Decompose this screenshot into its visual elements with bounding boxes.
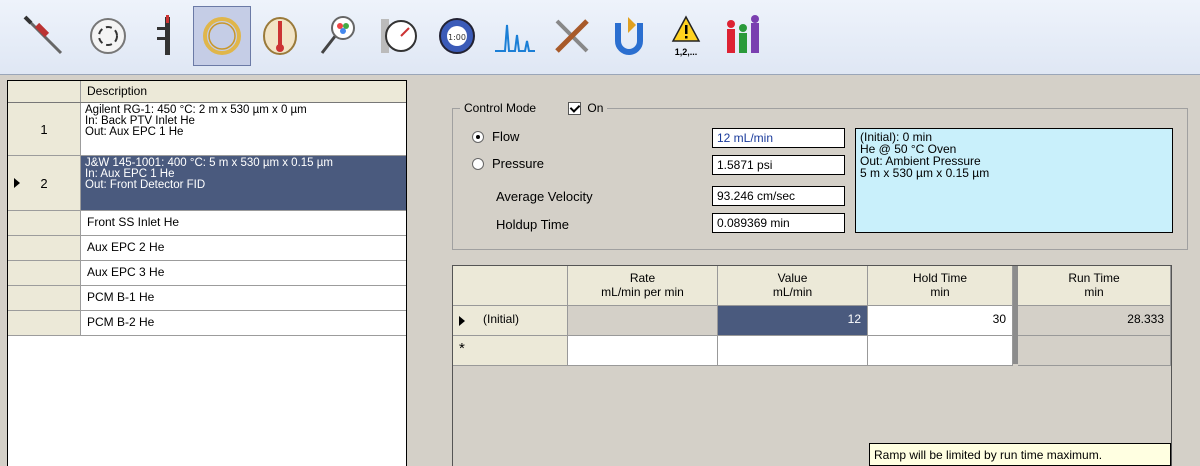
table-row-header[interactable]: (Initial) [453,306,568,336]
row-number: 1 [8,103,81,155]
pressure-radio[interactable] [472,158,484,170]
holdup-time-label: Holdup Time [496,217,569,232]
avg-velocity-field[interactable]: 93.246 cm/sec [712,186,845,206]
warning-icon[interactable]: 1,2,... [657,6,715,66]
list-item[interactable]: Front SS Inlet He [8,211,406,236]
rate-header-unit: mL/min per min [601,285,684,299]
list-item[interactable]: Aux EPC 2 He [8,236,406,261]
info-line: 5 m x 530 µm x 0.15 µm [860,166,990,180]
valve-icon[interactable] [79,6,137,66]
row-header-corner [453,266,568,306]
inlet-icon[interactable] [137,6,195,66]
flow-field[interactable]: 12 mL/min [712,128,845,148]
list-item[interactable]: PCM B-1 He [8,286,406,311]
column-row[interactable]: 1 Agilent RG-1: 450 °C: 2 m x 530 µm x 0… [8,103,406,156]
transfer-icon[interactable] [600,6,658,66]
column-outlet: Out: Front Detector FID [85,179,206,191]
toolbar: 1:00 1,2,... [0,0,1200,75]
rate-cell[interactable] [568,336,718,366]
list-item[interactable]: PCM B-2 He [8,311,406,336]
row-pointer-icon [14,178,20,188]
hold-time-cell[interactable] [868,336,1013,366]
list-item-label: PCM B-1 He [81,286,406,310]
on-checkbox[interactable]: On [568,101,604,116]
column-row-selected[interactable]: 2 J&W 145-1001: 400 °C: 5 m x 530 µm x 0… [8,156,406,211]
avg-velocity-label: Average Velocity [496,189,593,204]
checkbox-icon[interactable] [568,102,582,116]
run-time-header-title: Run Time [1068,271,1120,285]
gauge-icon[interactable] [369,6,427,66]
list-item-label: Aux EPC 2 He [81,236,406,260]
run-time-header[interactable]: Run Time min [1018,266,1171,306]
clock-icon[interactable]: 1:00 [428,6,486,66]
chromatogram-icon[interactable] [485,6,543,66]
value-header-unit: mL/min [772,285,813,299]
list-item-label: PCM B-2 He [81,311,406,335]
list-item[interactable]: Aux EPC 3 He [8,261,406,286]
control-mode-label: Control Mode [464,101,537,116]
column-list: Description 1 Agilent RG-1: 450 °C: 2 m … [7,80,407,466]
bar-chart-icon[interactable] [715,6,773,66]
value-cell[interactable] [718,336,868,366]
warning-label: 1,2,... [675,47,698,57]
hold-time-cell[interactable]: 30 [868,306,1013,336]
flow-label: Flow [492,129,520,144]
new-row-marker[interactable]: * [453,336,568,366]
value-header[interactable]: Value mL/min [718,266,868,306]
pressure-label: Pressure [492,156,545,171]
column-icon[interactable] [193,6,251,66]
column-outlet: Out: Aux EPC 1 He [85,126,184,138]
flow-radio[interactable] [472,131,484,143]
svg-text:1:00: 1:00 [448,33,466,42]
column-list-header: Description [8,81,406,103]
pressure-field[interactable]: 1.5871 psi [712,155,845,175]
ramp-limit-tooltip: Ramp will be limited by run time maximum… [869,443,1171,466]
run-time-header-unit: min [1084,285,1104,299]
on-label: On [587,101,604,115]
run-time-cell: 28.333 [1018,306,1171,336]
detector-icon[interactable] [308,6,366,66]
value-cell[interactable]: 12 [718,306,868,336]
hold-time-header[interactable]: Hold Time min [868,266,1013,306]
hold-time-header-title: Hold Time [912,271,968,285]
description-header: Description [87,84,148,98]
oven-icon[interactable] [251,6,309,66]
list-item-label: Aux EPC 3 He [81,261,406,285]
initial-label: (Initial) [483,312,520,326]
rate-cell [568,306,718,336]
value-header-title: Value [777,271,808,285]
hold-time-header-unit: min [930,285,950,299]
column-info-box: (Initial): 0 min He @ 50 °C Oven Out: Am… [855,128,1173,233]
rate-header-title: Rate [629,271,656,285]
holdup-time-field[interactable]: 0.089369 min [712,213,845,233]
ramp-table: Rate mL/min per min Value mL/min Hold Ti… [452,265,1172,466]
row-number: 2 [40,175,48,191]
control-mode-legend: Control Mode On [460,101,608,116]
rate-header[interactable]: Rate mL/min per min [568,266,718,306]
syringe-icon[interactable] [15,6,73,66]
row-pointer-icon [459,315,465,326]
tools-icon[interactable] [543,6,601,66]
run-time-cell [1018,336,1171,366]
list-item-label: Front SS Inlet He [81,211,406,235]
